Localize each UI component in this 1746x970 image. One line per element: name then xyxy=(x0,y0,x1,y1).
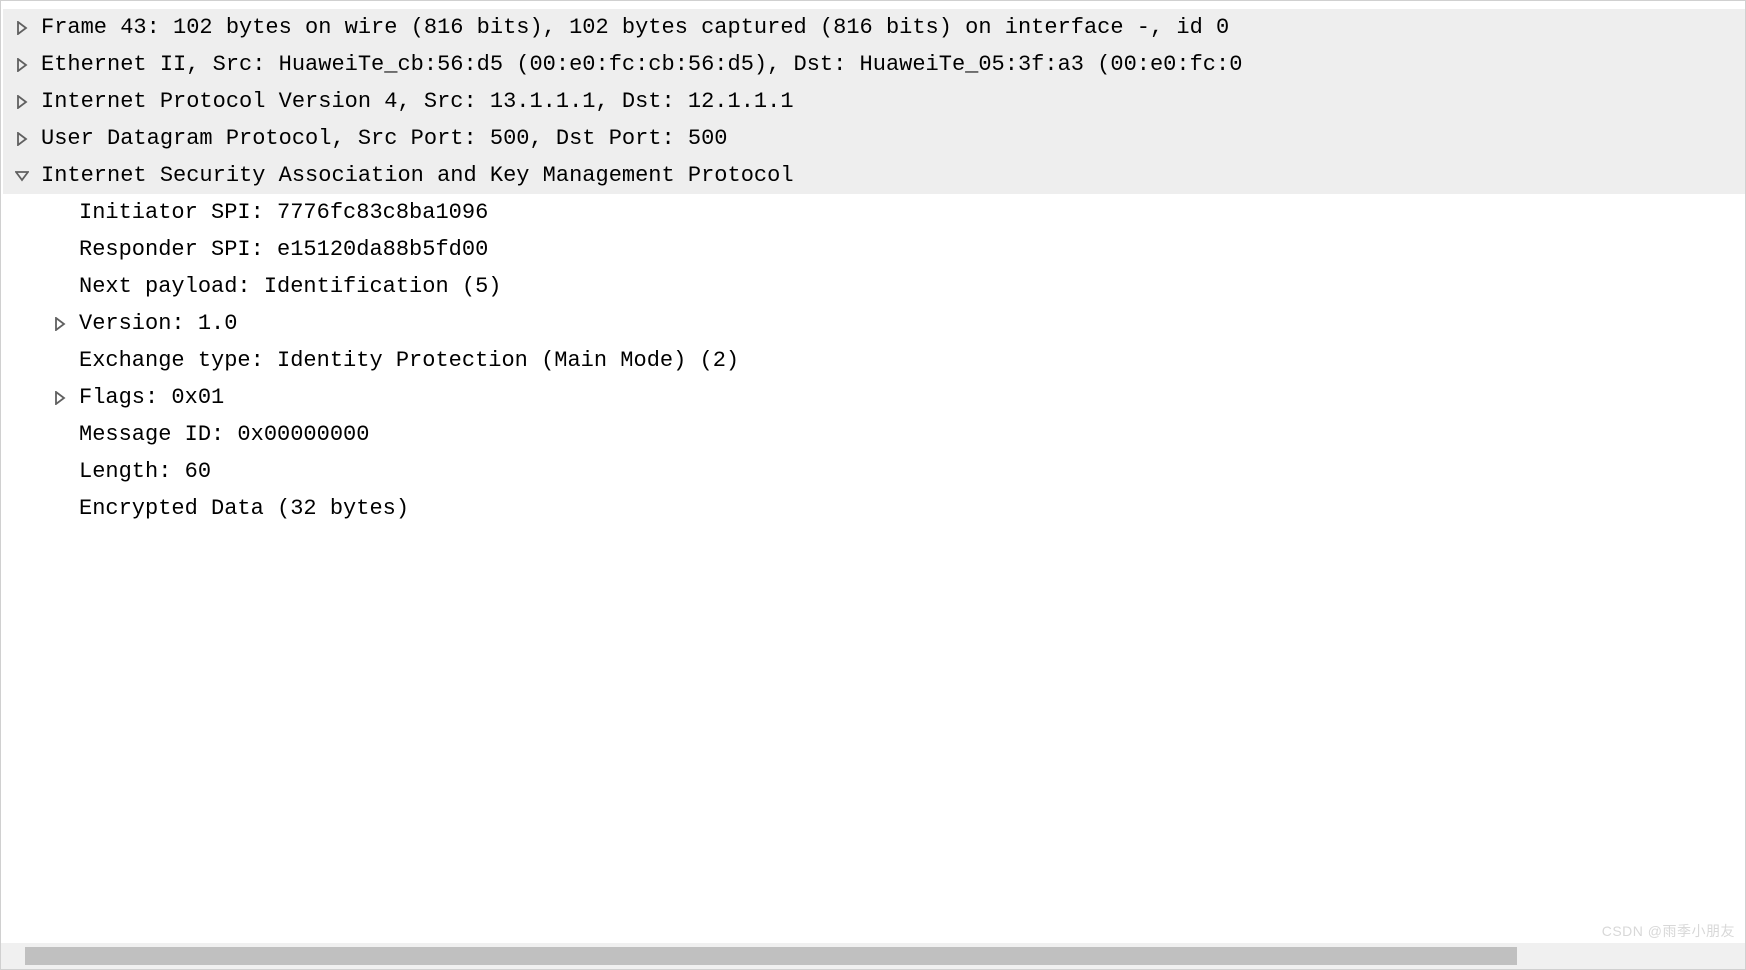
tree-row[interactable]: Length: 60 xyxy=(3,453,1745,490)
scrollbar-thumb[interactable] xyxy=(25,947,1517,965)
tree-row[interactable]: Internet Protocol Version 4, Src: 13.1.1… xyxy=(3,83,1745,120)
chevron-down-icon[interactable] xyxy=(9,163,35,189)
tree-row-text: Encrypted Data (32 bytes) xyxy=(79,491,409,527)
tree-row-text: Frame 43: 102 bytes on wire (816 bits), … xyxy=(41,10,1229,46)
tree-row-text: Ethernet II, Src: HuaweiTe_cb:56:d5 (00:… xyxy=(41,47,1242,83)
chevron-right-icon[interactable] xyxy=(9,15,35,41)
tree-row-text: Next payload: Identification (5) xyxy=(79,269,501,305)
chevron-right-icon[interactable] xyxy=(9,126,35,152)
tree-row[interactable]: Internet Security Association and Key Ma… xyxy=(3,157,1745,194)
tree-row[interactable]: Exchange type: Identity Protection (Main… xyxy=(3,342,1745,379)
tree-row[interactable]: Flags: 0x01 xyxy=(3,379,1745,416)
scrollbar-track[interactable] xyxy=(25,947,1721,965)
tree-row[interactable]: User Datagram Protocol, Src Port: 500, D… xyxy=(3,120,1745,157)
tree-row-text: User Datagram Protocol, Src Port: 500, D… xyxy=(41,121,728,157)
chevron-right-icon[interactable] xyxy=(47,311,73,337)
tree-row[interactable]: Version: 1.0 xyxy=(3,305,1745,342)
packet-details-tree[interactable]: Frame 43: 102 bytes on wire (816 bits), … xyxy=(1,1,1745,941)
tree-row-text: Flags: 0x01 xyxy=(79,380,224,416)
tree-row-text: Internet Protocol Version 4, Src: 13.1.1… xyxy=(41,84,794,120)
tree-row-text: Exchange type: Identity Protection (Main… xyxy=(79,343,739,379)
tree-leaf-spacer xyxy=(41,459,79,485)
tree-row[interactable]: Message ID: 0x00000000 xyxy=(3,416,1745,453)
tree-row-text: Responder SPI: e15120da88b5fd00 xyxy=(79,232,488,268)
tree-row[interactable]: Initiator SPI: 7776fc83c8ba1096 xyxy=(3,194,1745,231)
watermark-text: CSDN @雨季小朋友 xyxy=(1602,921,1735,941)
tree-row[interactable]: Next payload: Identification (5) xyxy=(3,268,1745,305)
tree-leaf-spacer xyxy=(41,422,79,448)
tree-row[interactable]: Encrypted Data (32 bytes) xyxy=(3,490,1745,527)
tree-row[interactable]: Responder SPI: e15120da88b5fd00 xyxy=(3,231,1745,268)
chevron-right-icon[interactable] xyxy=(9,89,35,115)
tree-leaf-spacer xyxy=(41,348,79,374)
tree-leaf-spacer xyxy=(41,496,79,522)
tree-row-text: Initiator SPI: 7776fc83c8ba1096 xyxy=(79,195,488,231)
chevron-right-icon[interactable] xyxy=(9,52,35,78)
tree-leaf-spacer xyxy=(41,200,79,226)
tree-row[interactable]: Frame 43: 102 bytes on wire (816 bits), … xyxy=(3,9,1745,46)
tree-row-text: Internet Security Association and Key Ma… xyxy=(41,158,794,194)
horizontal-scrollbar[interactable] xyxy=(1,943,1745,969)
tree-row-text: Version: 1.0 xyxy=(79,306,237,342)
tree-leaf-spacer xyxy=(41,237,79,263)
tree-row[interactable]: Ethernet II, Src: HuaweiTe_cb:56:d5 (00:… xyxy=(3,46,1745,83)
chevron-right-icon[interactable] xyxy=(47,385,73,411)
tree-row-text: Message ID: 0x00000000 xyxy=(79,417,369,453)
tree-row-text: Length: 60 xyxy=(79,454,211,490)
tree-leaf-spacer xyxy=(41,274,79,300)
